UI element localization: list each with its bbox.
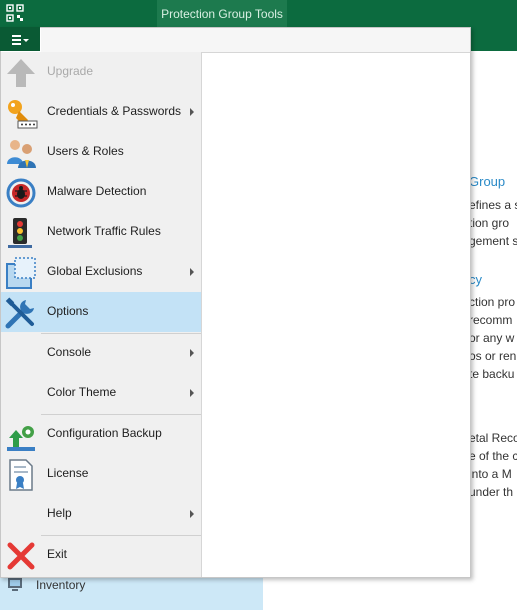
key-icon: [8, 100, 38, 129]
users-icon: [7, 140, 36, 168]
menu-item-options[interactable]: Options: [1, 292, 201, 332]
body-text: te backu: [469, 367, 515, 381]
menu-item-network-traffic-rules[interactable]: Network Traffic Rules: [1, 212, 201, 252]
upgrade-icon: [7, 59, 35, 87]
exit-icon: [7, 542, 35, 570]
menu-item-license[interactable]: License: [1, 454, 201, 494]
config-backup-icon: [7, 426, 35, 451]
section-heading[interactable]: Group: [469, 174, 505, 189]
menu-item-users-roles[interactable]: Users & Roles: [1, 132, 201, 172]
body-text: etal Reco: [469, 431, 517, 445]
menu-item-label: Users & Roles: [47, 144, 124, 158]
menu-item-label: Exit: [47, 547, 68, 561]
main-content: Group efines a s tion gro gement s cy ct…: [469, 51, 517, 610]
submenu-arrow-icon: [190, 510, 194, 518]
exclusions-icon: [6, 257, 36, 289]
menu-item-label: Upgrade: [47, 64, 94, 78]
menu-item-label: Console: [47, 345, 92, 359]
tools-icon: [5, 297, 34, 329]
body-text: ction pro: [469, 295, 516, 309]
body-text: gement s: [469, 234, 517, 248]
body-text: os or ren: [469, 349, 517, 363]
body-text: e of the c: [469, 449, 517, 463]
menu-item-label: Global Exclusions: [47, 264, 143, 278]
traffic-light-icon: [8, 218, 32, 248]
body-text: or any w: [469, 331, 515, 345]
app-menu-dropdown: Upgrade Credentials & Passwords Users & …: [0, 27, 471, 578]
nav-item-inventory[interactable]: Inventory: [0, 575, 263, 610]
body-text: into a M: [469, 467, 512, 481]
body-text: efines a s: [469, 198, 517, 212]
menu-items-column: Upgrade Credentials & Passwords Users & …: [1, 52, 202, 577]
menu-item-configuration-backup[interactable]: Configuration Backup: [1, 414, 201, 454]
body-text: under th: [469, 485, 514, 499]
menu-item-label: Credentials & Passwords: [47, 104, 182, 118]
body-text: tion gro: [469, 216, 510, 230]
nav-item-label: Inventory: [36, 578, 86, 592]
menu-item-credentials-passwords[interactable]: Credentials & Passwords: [1, 92, 201, 132]
menu-item-upgrade[interactable]: Upgrade: [1, 52, 201, 92]
menu-item-color-theme[interactable]: Color Theme: [1, 373, 201, 413]
menu-header-strip: [41, 28, 470, 53]
submenu-arrow-icon: [190, 268, 194, 276]
menu-item-help[interactable]: Help: [1, 494, 201, 534]
title-bar: Protection Group Tools: [0, 0, 517, 27]
submenu-arrow-icon: [190, 349, 194, 357]
menu-item-label: License: [47, 466, 89, 480]
body-text: recomm: [469, 313, 513, 327]
inventory-icon: [8, 578, 22, 591]
bug-icon: [6, 178, 36, 208]
menu-item-label: Network Traffic Rules: [47, 224, 161, 238]
menu-item-label: Malware Detection: [47, 184, 147, 198]
chevron-down-icon: [23, 39, 29, 42]
submenu-arrow-icon: [190, 389, 194, 397]
menu-item-label: Color Theme: [47, 385, 117, 399]
app-logo-icon[interactable]: [6, 4, 24, 22]
hamburger-icon: [12, 35, 21, 47]
menu-item-console[interactable]: Console: [1, 333, 201, 373]
menu-item-exit[interactable]: Exit: [1, 535, 201, 575]
license-icon: [9, 459, 33, 491]
menu-item-label: Options: [47, 304, 89, 318]
menu-item-global-exclusions[interactable]: Global Exclusions: [1, 252, 201, 292]
main-menu-button[interactable]: [0, 27, 40, 51]
menu-item-malware-detection[interactable]: Malware Detection: [1, 172, 201, 212]
contextual-tab-protection-group-tools[interactable]: Protection Group Tools: [157, 0, 287, 27]
menu-item-label: Configuration Backup: [47, 426, 162, 440]
submenu-arrow-icon: [190, 108, 194, 116]
menu-item-label: Help: [47, 506, 72, 520]
